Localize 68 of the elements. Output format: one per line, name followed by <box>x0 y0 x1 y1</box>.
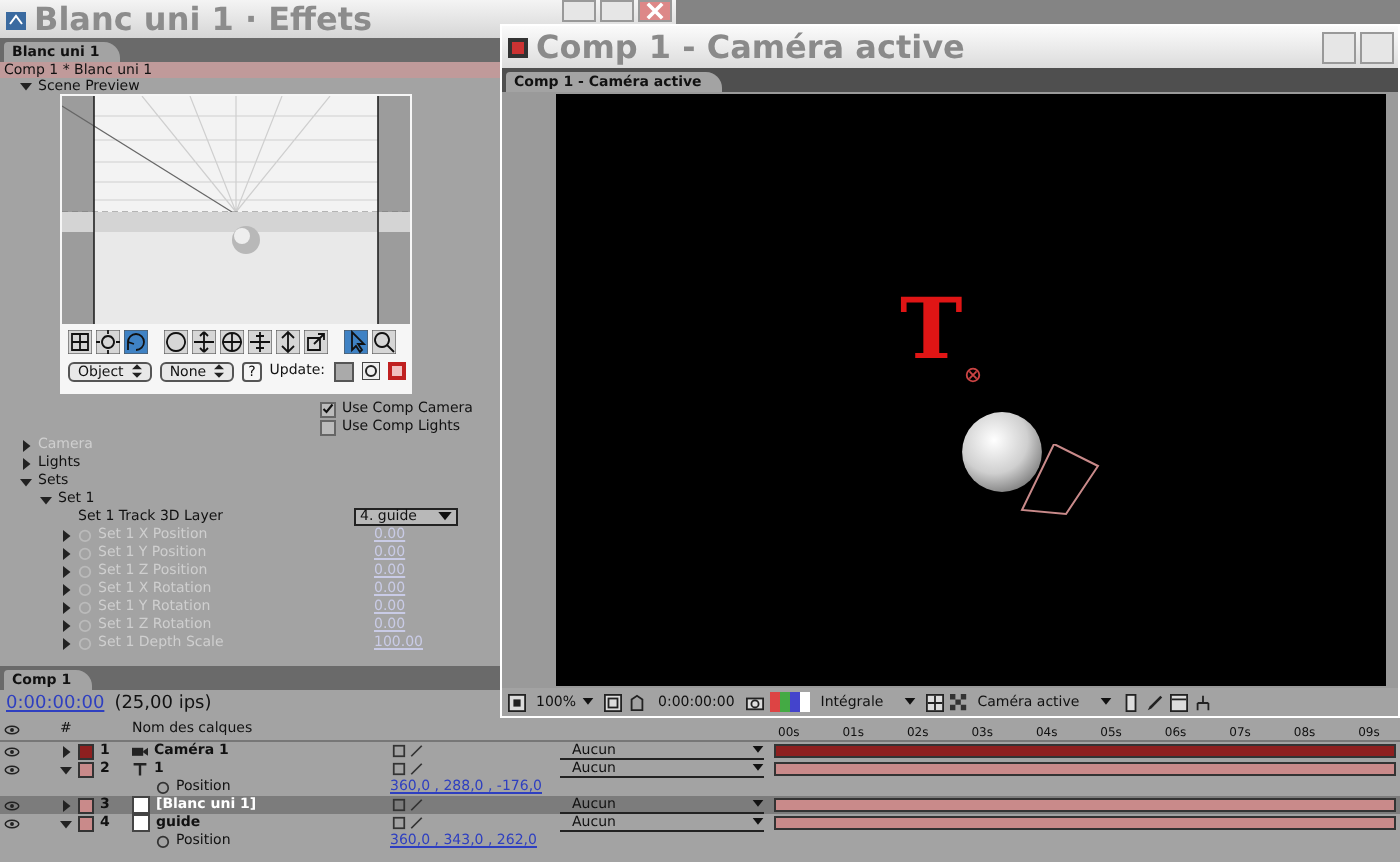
stopwatch-icon[interactable] <box>156 780 170 794</box>
region-icon[interactable] <box>508 693 526 711</box>
label-color-swatch[interactable] <box>78 743 94 759</box>
caret-icon <box>903 698 916 706</box>
anchor-point-icon[interactable] <box>964 366 982 384</box>
safe-zones-icon[interactable] <box>604 693 623 711</box>
disclosure-triangle-icon[interactable] <box>60 799 72 811</box>
scale-tool-icon[interactable] <box>304 330 328 354</box>
eye-icon[interactable] <box>4 799 20 811</box>
flowchart-icon[interactable] <box>1193 693 1212 711</box>
text-layer[interactable]: T <box>900 286 963 374</box>
zoom-tool-icon[interactable] <box>372 330 396 354</box>
layout-icon[interactable] <box>1121 693 1140 711</box>
color-channels-icon[interactable] <box>770 692 811 712</box>
eye-icon[interactable] <box>4 745 20 757</box>
disclosure-triangle-icon[interactable] <box>60 763 72 775</box>
disclosure-triangle-icon[interactable] <box>20 457 32 469</box>
eye-icon[interactable] <box>4 763 20 775</box>
rotate-tool-icon[interactable] <box>124 330 148 354</box>
disclosure-triangle-icon[interactable] <box>60 817 72 829</box>
solid-swatch-icon <box>132 796 150 814</box>
close-button[interactable] <box>638 0 672 22</box>
solid-swatch-icon <box>132 814 150 832</box>
move-tool-icon[interactable] <box>192 330 216 354</box>
transparency-grid-icon[interactable] <box>949 693 968 711</box>
update-swatch-icon[interactable] <box>333 361 354 381</box>
sphere-drawing <box>960 410 1044 494</box>
maximize-button[interactable] <box>1360 31 1394 63</box>
label-color-swatch[interactable] <box>78 815 94 831</box>
disclosure-triangle-icon[interactable] <box>40 493 52 505</box>
disclosure-triangle-icon[interactable] <box>60 745 72 757</box>
minimize-button[interactable] <box>1322 31 1356 63</box>
layer-duration-bar[interactable] <box>774 798 1396 812</box>
window-layout-icon[interactable] <box>1169 693 1188 711</box>
eye-icon[interactable] <box>4 817 20 829</box>
caret-icon <box>438 512 452 522</box>
composition-icon <box>506 35 530 59</box>
stepper-icon <box>214 364 225 378</box>
text-layer-icon <box>132 762 148 776</box>
caret-icon <box>1099 698 1112 706</box>
pan-tool-icon[interactable] <box>248 330 272 354</box>
label-color-swatch[interactable] <box>78 761 94 777</box>
checkbox[interactable] <box>320 401 336 417</box>
light-tool-icon[interactable] <box>96 330 120 354</box>
layer-duration-bar[interactable] <box>774 816 1396 830</box>
dolly-tool-icon[interactable] <box>276 330 300 354</box>
label-color-swatch[interactable] <box>78 797 94 813</box>
window-title: Comp 1 - Caméra active <box>536 28 965 66</box>
checkbox[interactable] <box>320 419 336 435</box>
eye-icon <box>4 723 20 735</box>
disclosure-triangle-icon[interactable] <box>20 80 32 92</box>
orbit-tool-icon[interactable] <box>220 330 244 354</box>
sphere-tool-icon[interactable] <box>164 330 188 354</box>
region-of-interest-icon[interactable] <box>925 693 944 711</box>
camera-update-icon[interactable] <box>361 362 380 380</box>
window-title: Blanc uni 1 · Effets <box>34 0 373 38</box>
snapshot-camera-icon[interactable] <box>746 693 765 711</box>
pointer-tool-icon[interactable] <box>344 330 368 354</box>
grid-tool-icon[interactable] <box>68 330 92 354</box>
record-icon[interactable] <box>387 362 406 380</box>
frame-rate: (25,00 ips) <box>114 694 212 714</box>
stopwatch-icon[interactable] <box>156 834 170 848</box>
stepper-icon <box>131 364 142 378</box>
layer-duration-bar[interactable] <box>774 762 1396 776</box>
caret-icon <box>582 698 595 706</box>
camera-icon <box>132 744 148 758</box>
plane-outline[interactable] <box>1020 444 1100 516</box>
disclosure-triangle-icon[interactable] <box>20 475 32 487</box>
